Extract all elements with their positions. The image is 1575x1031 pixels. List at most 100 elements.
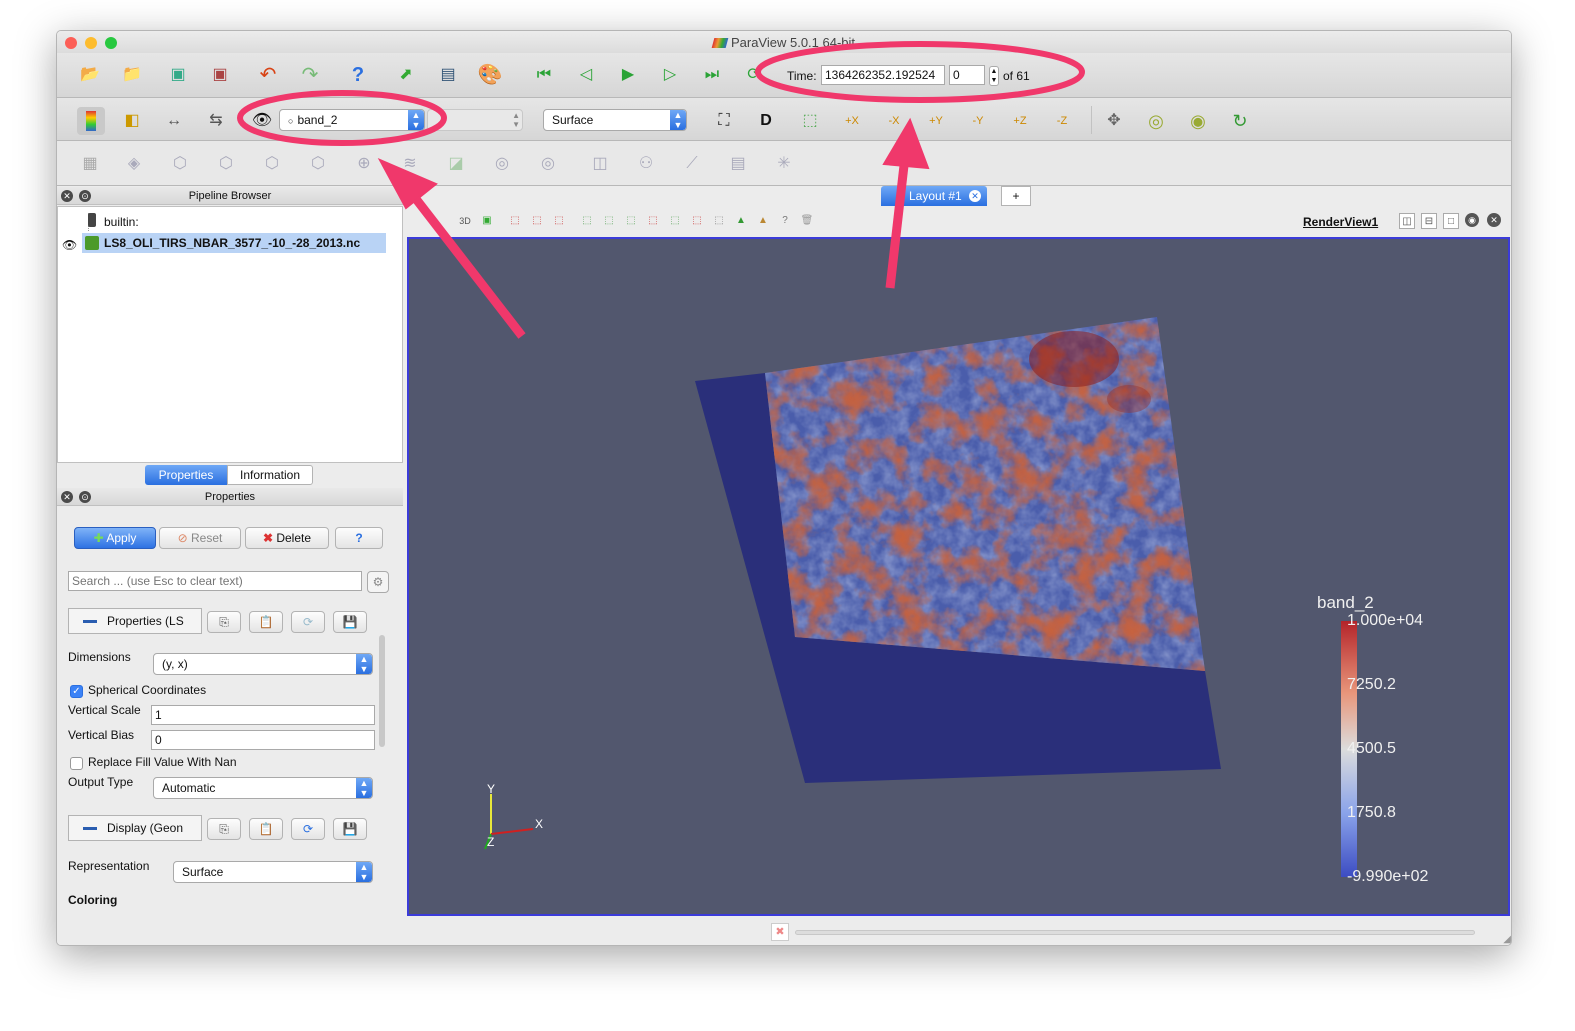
help-button[interactable]: ? [335, 527, 383, 549]
component-combo[interactable]: ▲ ▼ [427, 109, 523, 131]
threshold-icon[interactable]: ⬡ [259, 151, 285, 177]
maximize-icon[interactable]: □ [1443, 213, 1459, 229]
tab-properties[interactable]: Properties [145, 465, 227, 485]
gear-icon[interactable]: ⚙ [367, 571, 389, 593]
vertical-bias-field[interactable]: 0 [151, 730, 375, 750]
time-value-field[interactable]: 1364262352.192524 [821, 65, 945, 85]
screenshot-icon[interactable]: ▣ [479, 213, 495, 229]
close-view-icon[interactable]: ✕ [1487, 213, 1501, 227]
view-plus-y-icon[interactable]: +Y [923, 108, 949, 134]
rescale-icon[interactable]: ◧ [119, 108, 145, 134]
spherical-checkbox[interactable]: ✓ [70, 685, 83, 698]
dot-icon[interactable]: ✳ [771, 151, 797, 177]
properties-section-header[interactable]: Properties (LS [68, 608, 202, 634]
calculator-icon[interactable]: ▦ [77, 151, 103, 177]
first-frame-icon[interactable]: ⏮ [531, 62, 557, 88]
plot-over-time-icon[interactable]: ▤ [725, 151, 751, 177]
label-cells-icon[interactable]: ▲ [755, 213, 771, 229]
connect-icon[interactable]: ⬈ [393, 62, 419, 88]
display-section-header[interactable]: Display (Geon [68, 815, 202, 841]
color-palette-icon[interactable]: 🎨 [477, 62, 503, 88]
select-points-icon[interactable]: ⬚ [529, 213, 545, 229]
save-icon[interactable]: 💾 [333, 818, 367, 840]
pipeline-item-builtin[interactable]: builtin: [104, 215, 139, 229]
reset-button[interactable]: ⊘ Reset [159, 527, 241, 549]
view-minus-x-icon[interactable]: -X [881, 108, 907, 134]
render-view[interactable]: Y X Z band_2 1.000e+04 7250.2 4500.5 175… [407, 237, 1510, 916]
interactive-select-icon[interactable]: ⬚ [601, 213, 617, 229]
disconnect-icon[interactable]: ▤ [435, 62, 461, 88]
representation-select[interactable]: Surface ▲ ▼ [173, 861, 373, 883]
render-view-name[interactable]: RenderView1 [1303, 215, 1378, 229]
dimensions-select[interactable]: (y, x) ▲ ▼ [153, 653, 373, 675]
clear-selection-icon[interactable]: ⬚ [711, 213, 727, 229]
tab-information[interactable]: Information [227, 465, 313, 485]
timestep-field[interactable]: 0 [949, 65, 985, 85]
properties-scrollbar[interactable] [379, 635, 385, 747]
select-block-icon[interactable]: ⬚ [579, 213, 595, 229]
pick-center-icon[interactable]: ◉ [1185, 108, 1211, 134]
select-cells-icon[interactable]: ⬚ [507, 213, 523, 229]
extract-level-icon[interactable]: ◎ [535, 151, 561, 177]
zoom-to-data-icon[interactable]: D [753, 108, 779, 134]
save-icon[interactable]: 💾 [333, 611, 367, 633]
save-state-icon[interactable]: ▣ [207, 62, 233, 88]
warp-icon[interactable]: ◪ [443, 151, 469, 177]
trash-icon[interactable]: 🗑 [799, 213, 815, 229]
loop-icon[interactable]: ⟳ [741, 62, 767, 88]
query-icon[interactable]: ? [777, 213, 793, 229]
clip-icon[interactable]: ⬡ [167, 151, 193, 177]
last-frame-icon[interactable]: ⏭ [699, 62, 725, 88]
resize-grip-icon[interactable]: ◢ [1503, 934, 1511, 945]
undock-icon[interactable]: ⊙ [79, 491, 91, 503]
restore-icon[interactable]: ⟳ [291, 818, 325, 840]
split-horizontal-icon[interactable]: ◫ [1399, 213, 1415, 229]
copy-icon[interactable]: ⎘ [207, 611, 241, 633]
load-state-icon[interactable]: 📁 [119, 62, 145, 88]
glyph-icon[interactable]: ⊕ [351, 151, 377, 177]
next-frame-icon[interactable]: ▷ [657, 62, 683, 88]
group-icon[interactable]: ◎ [489, 151, 515, 177]
copy-icon[interactable]: ⎘ [207, 818, 241, 840]
pipeline-item-dataset[interactable]: LS8_OLI_TIRS_NBAR_3577_-10_-28_2013.nc [104, 236, 360, 250]
shrink-selection-icon[interactable]: ⬚ [667, 213, 683, 229]
extract-subset-icon[interactable]: ⬡ [305, 151, 331, 177]
label-points-icon[interactable]: ▲ [733, 213, 749, 229]
color-legend[interactable]: band_2 1.000e+04 7250.2 4500.5 1750.8 -9… [1317, 593, 1477, 893]
polygon-select-icon[interactable]: ⬚ [689, 213, 705, 229]
plot-selection-icon[interactable]: ⚇ [633, 151, 659, 177]
split-vertical-icon[interactable]: ⊟ [1421, 213, 1437, 229]
view-minus-z-icon[interactable]: -Z [1049, 108, 1075, 134]
timestep-spinner[interactable]: ▲ ▼ [989, 66, 999, 86]
output-type-select[interactable]: Automatic ▲ ▼ [153, 777, 373, 799]
open-icon[interactable]: 📂 [77, 62, 103, 88]
plot-over-line-icon[interactable]: ⟋ [679, 151, 705, 177]
contour-icon[interactable]: ◈ [121, 151, 147, 177]
undo-icon[interactable]: ↶ [255, 62, 281, 88]
variable-combo[interactable]: ○ band_2 ▲ ▼ [279, 109, 425, 131]
grow-selection-icon[interactable]: ⬚ [645, 213, 661, 229]
redo-icon[interactable]: ↷ [297, 62, 323, 88]
rescale-custom-icon[interactable]: ↔ [161, 108, 187, 134]
close-icon[interactable]: ✕ [61, 491, 73, 503]
play-icon[interactable]: ▶ [615, 62, 641, 88]
eye-icon[interactable]: 👁 [62, 238, 77, 252]
help-icon[interactable]: ? [345, 62, 371, 88]
save-data-icon[interactable]: ▣ [165, 62, 191, 88]
eye-icon[interactable]: 👁 [249, 108, 275, 134]
close-tab-icon[interactable]: ✕ [969, 190, 981, 202]
rescale-temporal-icon[interactable]: ⇆ [203, 108, 229, 134]
tab-layout-1[interactable]: Layout #1 ✕ [881, 186, 987, 206]
rotate-icon[interactable]: ◎ [1143, 108, 1169, 134]
close-icon[interactable]: ✕ [61, 190, 73, 202]
view-plus-z-icon[interactable]: +Z [1007, 108, 1033, 134]
paste-icon[interactable]: 📋 [249, 818, 283, 840]
color-map-editor-button[interactable] [77, 107, 105, 135]
search-input[interactable] [68, 571, 362, 591]
view-plus-x-icon[interactable]: +X [839, 108, 865, 134]
paste-icon[interactable]: 📋 [249, 611, 283, 633]
view-minus-y-icon[interactable]: -Y [965, 108, 991, 134]
interaction-mode-icon[interactable]: ↻ [1227, 108, 1253, 134]
selection-icon[interactable]: ◫ [587, 151, 613, 177]
add-tab-button[interactable]: + [1001, 186, 1031, 206]
